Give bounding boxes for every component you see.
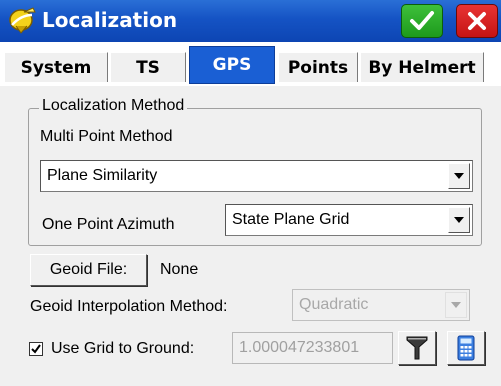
grid-to-ground-factor-input[interactable]: 1.000047233801 xyxy=(232,332,393,364)
selected-value: Quadratic xyxy=(299,296,369,313)
tab-bar: System TS GPS Points By Helmert xyxy=(0,42,501,86)
geoid-interpolation-label: Geoid Interpolation Method: xyxy=(30,298,228,315)
chevron-down-icon xyxy=(454,217,464,223)
calculator-button[interactable] xyxy=(447,331,485,365)
selected-value: State Plane Grid xyxy=(232,211,350,228)
satellite-dish-icon xyxy=(9,7,36,34)
tab-points[interactable]: Points xyxy=(278,52,358,82)
tab-label: TS xyxy=(136,57,160,78)
window-title: Localization xyxy=(42,8,178,32)
ok-button[interactable] xyxy=(401,4,443,38)
group-title: Localization Method xyxy=(39,97,188,115)
multi-point-method-select[interactable]: Plane Similarity xyxy=(40,160,473,192)
tab-by-helmert[interactable]: By Helmert xyxy=(360,52,484,82)
use-grid-to-ground-checkbox[interactable] xyxy=(29,342,43,356)
funnel-filter-icon xyxy=(406,336,428,360)
tab-label: System xyxy=(20,57,92,78)
dropdown-arrow[interactable] xyxy=(448,163,470,189)
tab-gps[interactable]: GPS xyxy=(189,46,275,84)
one-point-azimuth-label: One Point Azimuth xyxy=(42,216,175,233)
use-grid-to-ground-label[interactable]: Use Grid to Ground: xyxy=(51,340,194,358)
checkmark-icon xyxy=(31,344,41,354)
chevron-down-icon xyxy=(454,173,464,179)
tab-ts[interactable]: TS xyxy=(110,52,186,82)
calculator-icon xyxy=(457,335,475,361)
checkmark-icon xyxy=(410,11,434,30)
tab-label: Points xyxy=(287,57,349,78)
geoid-interpolation-select[interactable]: Quadratic xyxy=(292,289,470,321)
tab-label: GPS xyxy=(212,55,252,75)
one-point-azimuth-select[interactable]: State Plane Grid xyxy=(225,204,473,236)
field-value: 1.000047233801 xyxy=(239,339,360,356)
close-x-icon xyxy=(468,12,486,30)
dropdown-arrow[interactable] xyxy=(445,292,467,318)
button-label: Geoid File: xyxy=(49,261,128,278)
tab-system[interactable]: System xyxy=(4,52,108,82)
multi-point-method-label: Multi Point Method xyxy=(40,128,173,145)
title-bar: Localization xyxy=(0,0,501,42)
tab-label: By Helmert xyxy=(368,57,476,78)
filter-button[interactable] xyxy=(398,331,436,365)
selected-value: Plane Similarity xyxy=(47,167,158,184)
close-button[interactable] xyxy=(456,4,498,38)
geoid-file-button[interactable]: Geoid File: xyxy=(30,254,147,286)
chevron-down-icon xyxy=(451,302,461,308)
geoid-file-value: None xyxy=(160,261,199,278)
dropdown-arrow[interactable] xyxy=(448,207,470,233)
